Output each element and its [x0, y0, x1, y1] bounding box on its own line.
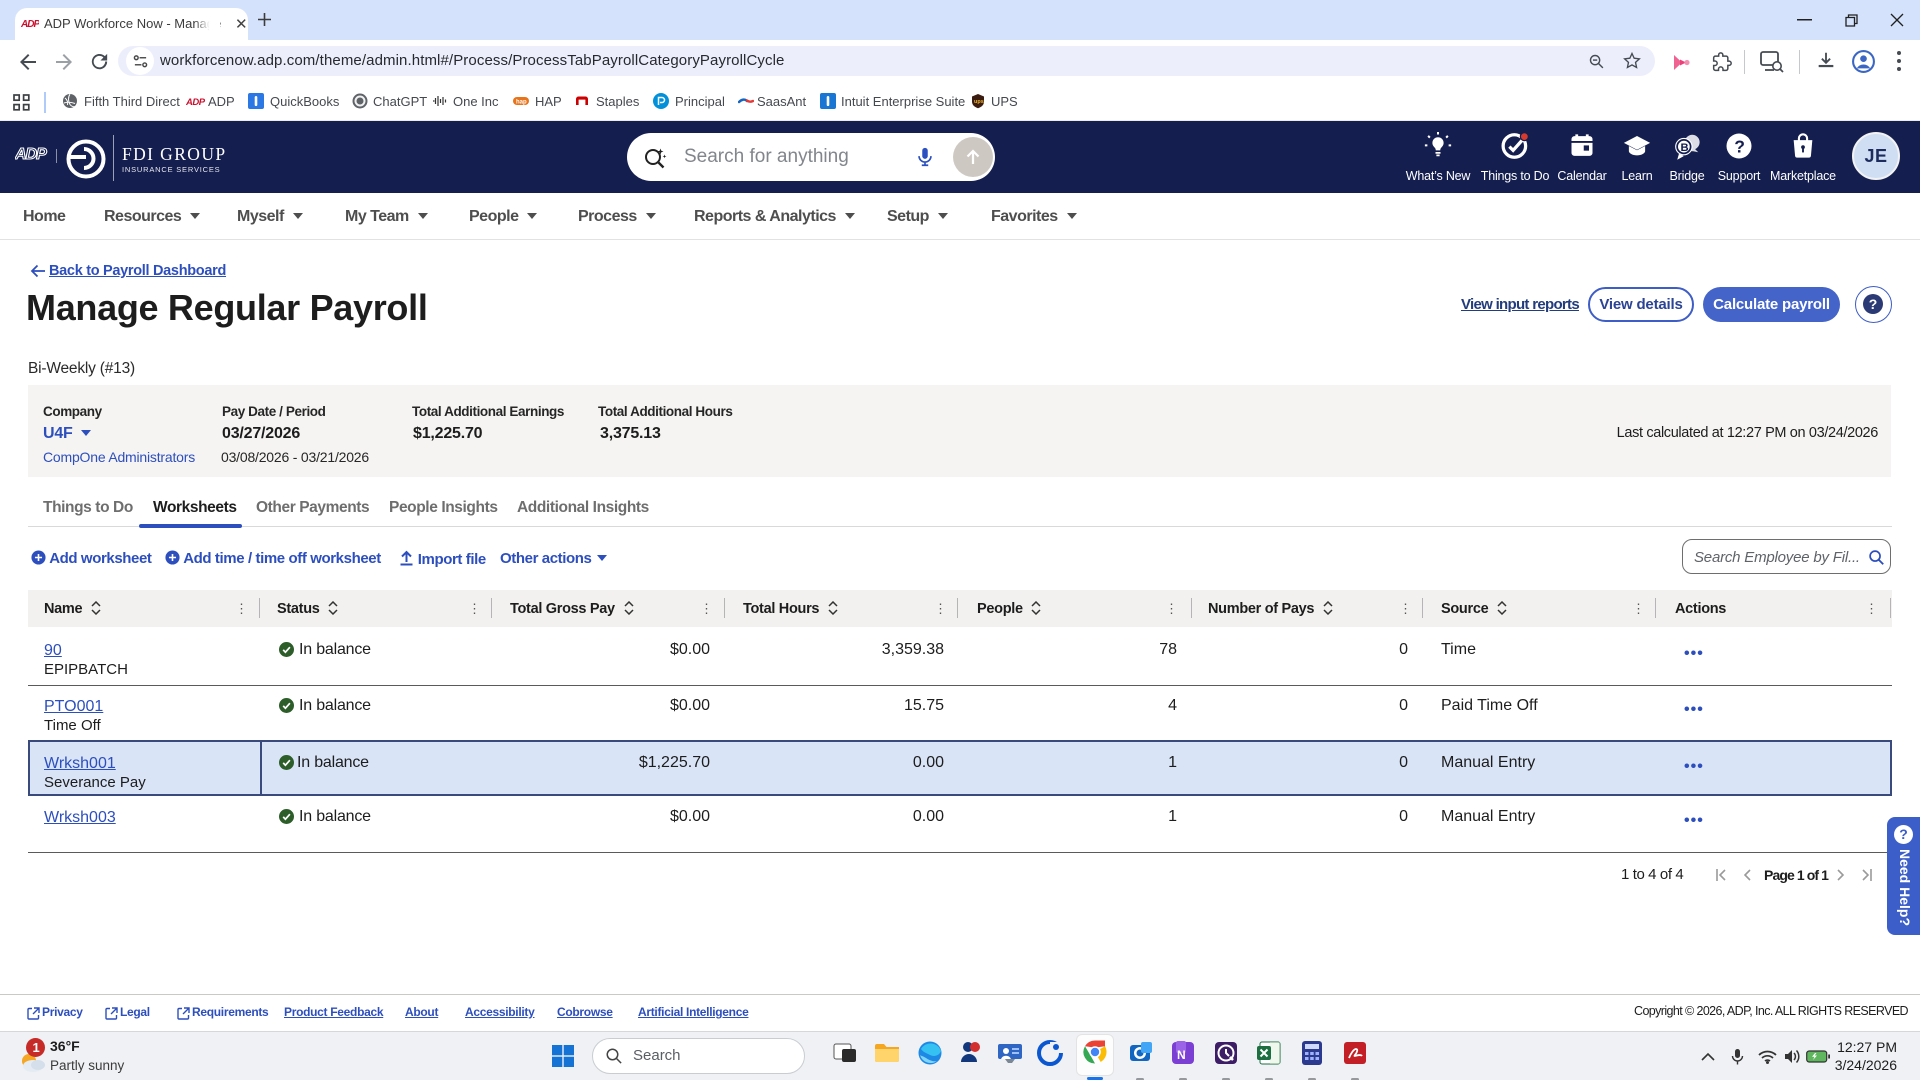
svg-text:1: 1: [33, 1040, 40, 1055]
svg-text:N: N: [1177, 1048, 1186, 1062]
